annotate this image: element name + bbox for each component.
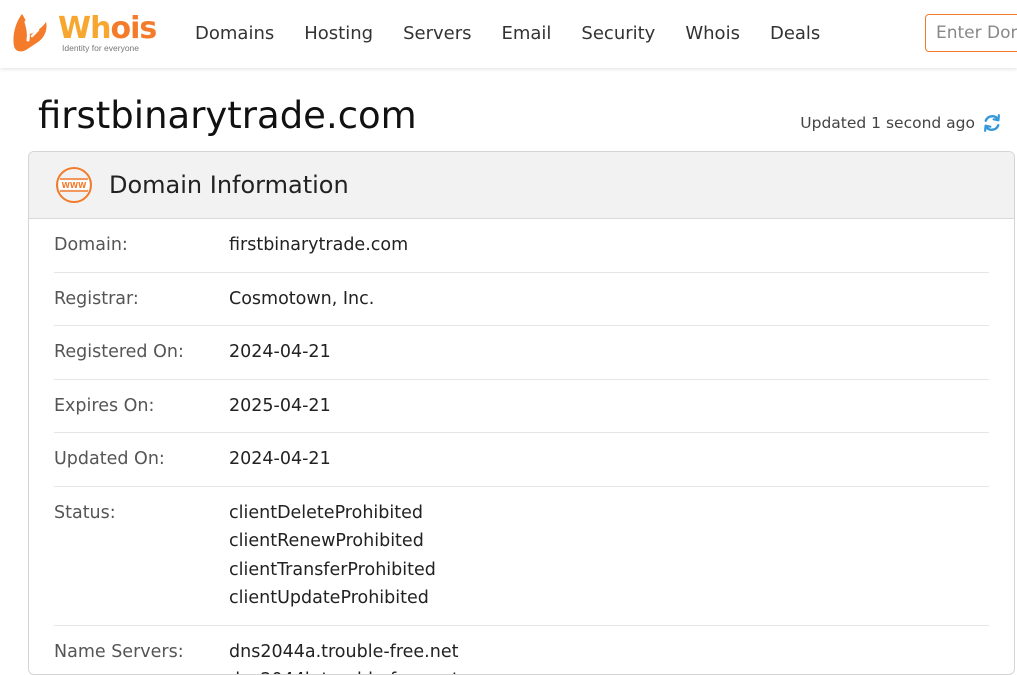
logo-tagline: Identity for everyone (62, 43, 140, 53)
expires-on-value: 2025-04-21 (229, 395, 331, 416)
row-registrar: Registrar: Cosmotown, Inc. (54, 273, 989, 326)
updated-status: Updated 1 second ago (800, 112, 1003, 134)
nav-servers[interactable]: Servers (388, 0, 486, 68)
row-value: 2024-04-21 (229, 338, 331, 367)
row-label: Name Servers: (54, 641, 184, 662)
row-value: 2024-04-21 (229, 445, 331, 474)
registrar-value: Cosmotown, Inc. (229, 288, 375, 309)
row-expires-on: Expires On: 2025-04-21 (54, 380, 989, 433)
row-label: Registered On: (54, 342, 184, 362)
nav-deals[interactable]: Deals (755, 0, 835, 68)
row-value: clientDeleteProhibited clientRenewProhib… (229, 499, 436, 613)
row-label: Registrar: (54, 288, 139, 309)
updated-on-value: 2024-04-21 (229, 449, 331, 469)
row-label: Updated On: (54, 449, 165, 469)
nav-hosting[interactable]: Hosting (289, 0, 388, 68)
updated-text: Updated 1 second ago (800, 114, 975, 132)
row-updated-on: Updated On: 2024-04-21 (54, 433, 989, 487)
row-name-servers: Name Servers: dns2044a.trouble-free.net … (54, 626, 989, 675)
row-value: dns2044a.trouble-free.net dns2044b.troub… (229, 638, 459, 675)
domain-info-rows: Domain: firstbinarytrade.com Registrar: … (29, 219, 1014, 675)
nav-security[interactable]: Security (566, 0, 670, 68)
name-server-value: dns2044b.trouble-free.net (229, 666, 459, 674)
card-title: Domain Information (109, 171, 349, 199)
row-value: Cosmotown, Inc. (229, 285, 374, 314)
main-nav: Domains Hosting Servers Email Security W… (180, 0, 835, 68)
whois-logo[interactable]: Whois Identity for everyone (8, 10, 168, 58)
nav-whois[interactable]: Whois (670, 0, 755, 68)
row-value: 2025-04-21 (229, 392, 331, 421)
logo-wordmark-part1: Wh (58, 11, 111, 46)
row-registered-on: Registered On: 2024-04-21 (54, 326, 989, 380)
www-icon-text: WWW (62, 181, 88, 190)
nav-email[interactable]: Email (486, 0, 566, 68)
row-label: Status: (54, 502, 116, 523)
refresh-icon[interactable] (981, 112, 1003, 134)
status-value: clientRenewProhibited (229, 531, 424, 551)
status-value: clientUpdateProhibited (229, 588, 429, 608)
row-status: Status: clientDeleteProhibited clientRen… (54, 487, 989, 626)
row-label: Domain: (54, 235, 128, 255)
logo-wordmark-part2: ois (110, 11, 157, 46)
site-header: Whois Identity for everyone Domains Host… (0, 0, 1017, 68)
page-title: firstbinarytrade.com (38, 94, 417, 137)
domain-value: firstbinarytrade.com (229, 235, 409, 255)
status-value: clientTransferProhibited (229, 559, 436, 580)
name-server-value: dns2044a.trouble-free.net (229, 641, 459, 662)
status-value: clientDeleteProhibited (229, 502, 423, 523)
row-label: Expires On: (54, 395, 155, 416)
nav-domains[interactable]: Domains (180, 0, 289, 68)
domain-search-input[interactable] (925, 14, 1017, 52)
row-value: firstbinarytrade.com (229, 231, 408, 260)
domain-info-card: WWW Domain Information Domain: firstbina… (28, 151, 1015, 675)
www-icon: WWW (56, 167, 92, 203)
card-header: WWW Domain Information (29, 152, 1014, 219)
logo-hand-icon (13, 14, 47, 52)
row-domain: Domain: firstbinarytrade.com (54, 219, 989, 273)
registered-on-value: 2024-04-21 (229, 342, 331, 362)
